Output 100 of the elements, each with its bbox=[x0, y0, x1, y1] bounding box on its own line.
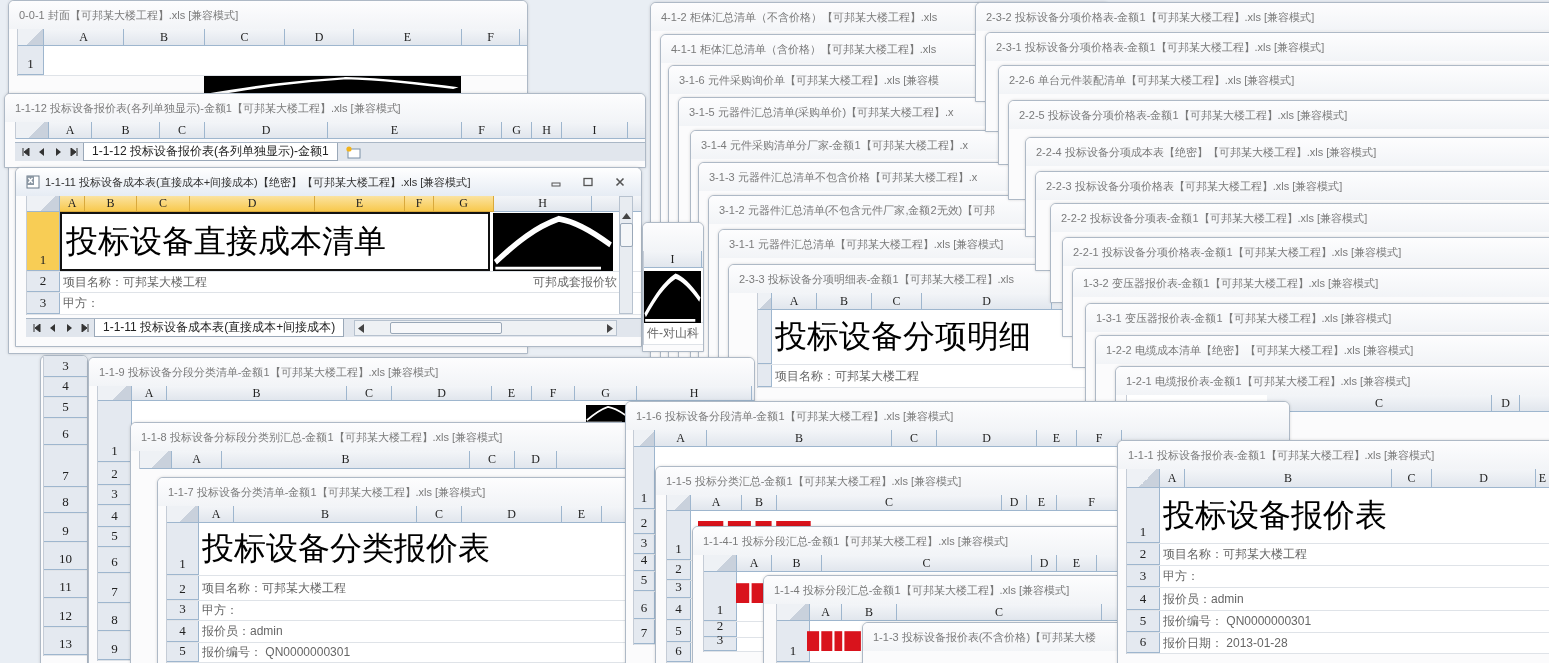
new-sheet-icon[interactable] bbox=[343, 145, 362, 159]
row-header[interactable]: 3 bbox=[98, 486, 132, 505]
column-header[interactable]: B bbox=[742, 495, 777, 511]
column-header[interactable]: A bbox=[737, 555, 772, 572]
column-header[interactable]: B bbox=[1185, 469, 1392, 488]
row-header[interactable]: 2 bbox=[1127, 544, 1160, 565]
column-header[interactable]: B bbox=[772, 555, 822, 572]
row-header[interactable]: 6 bbox=[44, 419, 87, 445]
select-all-corner[interactable] bbox=[758, 293, 772, 310]
row-header[interactable]: 7 bbox=[634, 620, 655, 644]
select-all-corner[interactable] bbox=[1127, 469, 1160, 488]
row-header[interactable]: 4 bbox=[667, 599, 691, 620]
column-header[interactable]: C bbox=[470, 451, 515, 469]
column-header[interactable]: F bbox=[1057, 495, 1119, 511]
sheet-tab[interactable]: 1-1-12 投标设备报价表(各列单独显示)-金额1 bbox=[83, 143, 338, 161]
column-header[interactable]: B bbox=[707, 430, 892, 447]
row-header[interactable]: 5 bbox=[98, 528, 132, 547]
row-header[interactable]: 1 bbox=[18, 46, 44, 75]
column-header[interactable]: C bbox=[1267, 395, 1492, 412]
row-header[interactable]: 5 bbox=[634, 572, 655, 591]
column-header[interactable]: I bbox=[644, 251, 702, 268]
row-header[interactable] bbox=[758, 365, 772, 387]
column-header[interactable]: E bbox=[562, 506, 602, 523]
column-header[interactable]: A bbox=[49, 122, 92, 139]
column-header[interactable]: G bbox=[575, 386, 637, 401]
row-header[interactable]: 1 bbox=[27, 212, 60, 271]
column-header[interactable]: H bbox=[532, 122, 562, 139]
row-header[interactable]: 4 bbox=[634, 555, 655, 571]
column-header[interactable]: H bbox=[637, 386, 752, 401]
row-header[interactable]: 10 bbox=[44, 543, 87, 570]
sheet-nav-button[interactable] bbox=[30, 321, 44, 335]
select-all-corner[interactable] bbox=[16, 122, 49, 139]
sheet-nav-button[interactable] bbox=[19, 145, 33, 159]
column-header[interactable]: A bbox=[691, 495, 742, 511]
row-header[interactable]: 2 bbox=[27, 272, 60, 292]
row-header[interactable]: 5 bbox=[667, 621, 691, 642]
column-header[interactable]: D bbox=[205, 122, 328, 139]
scrollbar-thumb[interactable] bbox=[619, 223, 633, 247]
row-header[interactable]: 1 bbox=[167, 523, 199, 575]
row-header[interactable]: 5 bbox=[44, 398, 87, 418]
row-header[interactable]: 1 bbox=[704, 572, 737, 621]
row-header[interactable]: 6 bbox=[1127, 633, 1160, 653]
column-header[interactable]: A bbox=[44, 29, 124, 46]
column-header[interactable]: B bbox=[85, 196, 137, 212]
column-header[interactable]: D bbox=[190, 196, 315, 212]
column-header[interactable]: C bbox=[777, 495, 1002, 511]
column-header[interactable]: B bbox=[842, 604, 897, 621]
row-header[interactable]: 9 bbox=[98, 632, 132, 660]
column-header[interactable]: A bbox=[199, 506, 234, 523]
column-header[interactable]: F bbox=[462, 29, 520, 46]
row-header[interactable]: 2 bbox=[704, 622, 737, 637]
select-all-corner[interactable] bbox=[98, 386, 132, 401]
row-header[interactable]: 5 bbox=[1127, 611, 1160, 632]
select-all-corner[interactable] bbox=[140, 451, 172, 469]
row-header[interactable]: 1 bbox=[777, 621, 810, 662]
row-header[interactable]: 1 bbox=[98, 401, 132, 462]
row-header[interactable]: 8 bbox=[44, 488, 87, 513]
column-header[interactable]: A bbox=[655, 430, 707, 447]
column-header[interactable]: F bbox=[532, 386, 575, 401]
column-header[interactable]: A bbox=[1160, 469, 1185, 488]
row-header[interactable]: 2 bbox=[634, 510, 655, 534]
row-header[interactable] bbox=[758, 310, 772, 364]
column-header[interactable]: A bbox=[810, 604, 842, 621]
column-header[interactable]: G bbox=[434, 196, 494, 212]
column-header[interactable]: B bbox=[234, 506, 417, 523]
row-header[interactable]: 9 bbox=[44, 514, 87, 542]
column-header[interactable]: A bbox=[772, 293, 817, 310]
row-header[interactable]: 4 bbox=[44, 378, 87, 397]
select-all-corner[interactable] bbox=[167, 506, 199, 523]
column-header[interactable]: B bbox=[124, 29, 205, 46]
column-header[interactable]: E bbox=[328, 122, 462, 139]
select-all-corner[interactable] bbox=[18, 29, 44, 46]
column-header[interactable]: B bbox=[92, 122, 160, 139]
column-header[interactable]: B bbox=[167, 386, 347, 401]
select-all-corner[interactable] bbox=[667, 495, 691, 511]
column-header[interactable]: C bbox=[892, 430, 937, 447]
row-header[interactable]: 3 bbox=[667, 581, 691, 598]
column-header[interactable]: B bbox=[222, 451, 470, 469]
column-header[interactable]: D bbox=[392, 386, 492, 401]
column-header[interactable]: D bbox=[285, 29, 354, 46]
select-all-corner[interactable] bbox=[777, 604, 810, 621]
column-header[interactable]: C bbox=[347, 386, 392, 401]
column-header[interactable]: C bbox=[417, 506, 462, 523]
row-header[interactable]: 12 bbox=[44, 599, 87, 627]
row-header[interactable]: 3 bbox=[634, 535, 655, 554]
row-header[interactable]: 3 bbox=[27, 293, 60, 314]
row-header[interactable]: 13 bbox=[44, 628, 87, 655]
row-header[interactable]: 6 bbox=[98, 548, 132, 573]
column-header[interactable]: H bbox=[494, 196, 592, 212]
column-header[interactable]: E bbox=[492, 386, 532, 401]
sheet-nav-button[interactable] bbox=[78, 321, 92, 335]
column-header[interactable]: F bbox=[1077, 430, 1122, 447]
column-header[interactable]: C bbox=[137, 196, 190, 212]
sheet-tab[interactable]: 1-1-11 投标设备成本表(直接成本+间接成本) bbox=[94, 319, 345, 337]
select-all-corner[interactable] bbox=[27, 196, 60, 212]
column-header[interactable]: D bbox=[1032, 555, 1057, 572]
column-header[interactable]: F bbox=[405, 196, 434, 212]
column-header[interactable]: A bbox=[172, 451, 222, 469]
select-all-corner[interactable] bbox=[634, 430, 655, 447]
select-all-corner[interactable] bbox=[704, 555, 737, 572]
